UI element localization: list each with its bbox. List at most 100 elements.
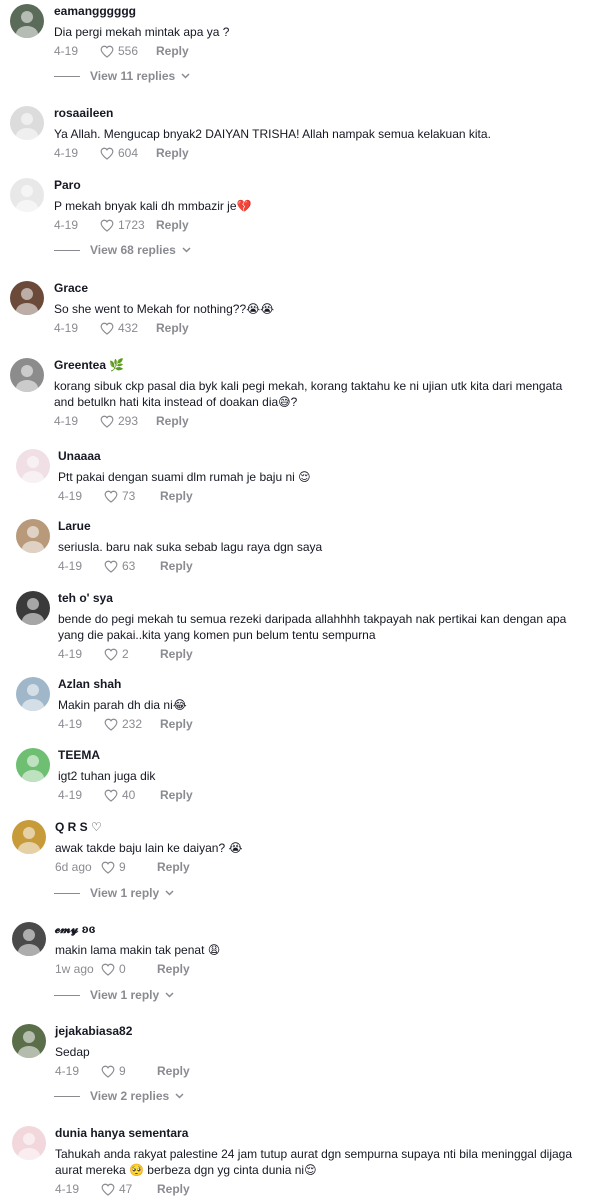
heart-icon bbox=[100, 45, 118, 58]
like-button[interactable]: 2 bbox=[104, 646, 160, 662]
like-count: 63 bbox=[122, 559, 136, 573]
comment-text: igt2 tuhan juga dik bbox=[58, 769, 156, 783]
like-button[interactable]: 232 bbox=[104, 716, 160, 732]
username[interactable]: jejakabiasa82 bbox=[55, 1024, 582, 1039]
reply-button[interactable]: Reply bbox=[156, 145, 189, 161]
avatar[interactable] bbox=[10, 106, 44, 140]
heart-icon bbox=[104, 648, 122, 661]
avatar[interactable] bbox=[10, 178, 44, 212]
comment-text: awak takde baju lain ke daiyan? 😭 bbox=[55, 841, 243, 855]
like-button[interactable]: 556 bbox=[100, 43, 156, 59]
username[interactable]: dunia hanya sementara bbox=[55, 1126, 582, 1141]
view-replies-button[interactable]: View 68 replies bbox=[54, 243, 191, 257]
divider-line bbox=[54, 1095, 80, 1097]
avatar[interactable] bbox=[12, 1024, 46, 1058]
avatar[interactable] bbox=[12, 820, 46, 854]
avatar[interactable] bbox=[16, 591, 50, 625]
view-replies-button[interactable]: View 11 replies bbox=[54, 69, 190, 83]
comment-text: bende do pegi mekah tu semua rezeki dari… bbox=[58, 612, 567, 642]
comment-meta: 4-19 232 Reply bbox=[58, 716, 582, 732]
username[interactable]: TEEMA bbox=[58, 748, 582, 763]
comment-date: 6d ago bbox=[55, 860, 92, 874]
comment-meta: 6d ago 9 Reply bbox=[55, 859, 582, 875]
like-button[interactable]: 47 bbox=[101, 1181, 157, 1197]
reply-button[interactable]: Reply bbox=[157, 1063, 190, 1079]
view-replies-button[interactable]: View 2 replies bbox=[54, 1089, 184, 1103]
like-button[interactable]: 9 bbox=[101, 859, 157, 875]
username[interactable]: Unaaaa bbox=[58, 449, 582, 464]
avatar[interactable] bbox=[10, 4, 44, 38]
reply-button[interactable]: Reply bbox=[160, 558, 193, 574]
divider-line bbox=[54, 892, 80, 894]
reply-button[interactable]: Reply bbox=[156, 217, 189, 233]
like-button[interactable]: 0 bbox=[101, 961, 157, 977]
comment-date: 4-19 bbox=[54, 218, 79, 232]
comment-meta: 4-19 47 Reply bbox=[55, 1181, 582, 1197]
view-replies-button[interactable]: View 1 reply bbox=[54, 886, 174, 900]
username[interactable]: Paro bbox=[54, 178, 582, 193]
reply-button[interactable]: Reply bbox=[156, 320, 189, 336]
reply-button[interactable]: Reply bbox=[156, 413, 189, 429]
like-count: 604 bbox=[118, 146, 139, 160]
username[interactable]: 𝓮𝓶𝔂 ʚɞ bbox=[55, 922, 582, 937]
username[interactable]: Larue bbox=[58, 519, 582, 534]
chevron-down-icon bbox=[165, 990, 174, 1001]
avatar[interactable] bbox=[10, 281, 44, 315]
comment-text: Tahukah anda rakyat palestine 24 jam tut… bbox=[55, 1147, 573, 1177]
comment-text: Makin parah dh dia ni😂 bbox=[58, 698, 187, 712]
username[interactable]: rosaaileen bbox=[54, 106, 582, 121]
like-button[interactable]: 9 bbox=[101, 1063, 157, 1079]
comment-meta: 4-19 432 Reply bbox=[54, 320, 582, 336]
comment-meta: 4-19 293 Reply bbox=[54, 413, 582, 429]
username[interactable]: Grace bbox=[54, 281, 582, 296]
comment-text: Dia pergi mekah mintak apa ya ? bbox=[54, 25, 230, 39]
like-button[interactable]: 63 bbox=[104, 558, 160, 574]
avatar[interactable] bbox=[16, 519, 50, 553]
reply-button[interactable]: Reply bbox=[157, 859, 190, 875]
like-button[interactable]: 1723 bbox=[100, 217, 156, 233]
heart-icon bbox=[104, 718, 122, 731]
comment-date: 4-19 bbox=[54, 414, 79, 428]
heart-icon bbox=[100, 147, 118, 160]
reply-button[interactable]: Reply bbox=[160, 646, 193, 662]
comment-text: So she went to Mekah for nothing??😭😭 bbox=[54, 302, 275, 316]
heart-icon bbox=[100, 415, 118, 428]
reply-button[interactable]: Reply bbox=[160, 716, 193, 732]
comment-text: P mekah bnyak kali dh mmbazir je💔 bbox=[54, 199, 252, 213]
avatar[interactable] bbox=[16, 677, 50, 711]
reply-button[interactable]: Reply bbox=[157, 961, 190, 977]
username[interactable]: Greentea 🌿 bbox=[54, 358, 582, 373]
like-button[interactable]: 293 bbox=[100, 413, 156, 429]
like-count: 293 bbox=[118, 414, 139, 428]
username[interactable]: Q R S ♡ bbox=[55, 820, 582, 835]
reply-button[interactable]: Reply bbox=[157, 1181, 190, 1197]
comment-meta: 1w ago 0 Reply bbox=[55, 961, 582, 977]
like-count: 2 bbox=[122, 647, 129, 661]
comment-meta: 4-19 63 Reply bbox=[58, 558, 582, 574]
comment-date: 4-19 bbox=[54, 146, 79, 160]
comment-text: Ptt pakai dengan suami dlm rumah je baju… bbox=[58, 470, 311, 484]
avatar[interactable] bbox=[16, 748, 50, 782]
chevron-down-icon bbox=[175, 1091, 184, 1102]
view-replies-label: View 1 reply bbox=[90, 988, 160, 1002]
like-button[interactable]: 432 bbox=[100, 320, 156, 336]
reply-button[interactable]: Reply bbox=[160, 488, 193, 504]
like-button[interactable]: 73 bbox=[104, 488, 160, 504]
view-replies-button[interactable]: View 1 reply bbox=[54, 988, 174, 1002]
like-button[interactable]: 40 bbox=[104, 787, 160, 803]
comment-date: 4-19 bbox=[54, 321, 79, 335]
username[interactable]: teh o' sya bbox=[58, 591, 582, 606]
like-button[interactable]: 604 bbox=[100, 145, 156, 161]
avatar[interactable] bbox=[12, 1126, 46, 1160]
avatar[interactable] bbox=[16, 449, 50, 483]
username[interactable]: eamangggggg bbox=[54, 4, 582, 19]
comment-meta: 4-19 604 Reply bbox=[54, 145, 582, 161]
avatar[interactable] bbox=[10, 358, 44, 392]
reply-button[interactable]: Reply bbox=[160, 787, 193, 803]
comment-date: 4-19 bbox=[58, 559, 83, 573]
heart-icon bbox=[101, 1065, 119, 1078]
heart-icon bbox=[100, 322, 118, 335]
reply-button[interactable]: Reply bbox=[156, 43, 189, 59]
username[interactable]: Azlan shah bbox=[58, 677, 582, 692]
avatar[interactable] bbox=[12, 922, 46, 956]
